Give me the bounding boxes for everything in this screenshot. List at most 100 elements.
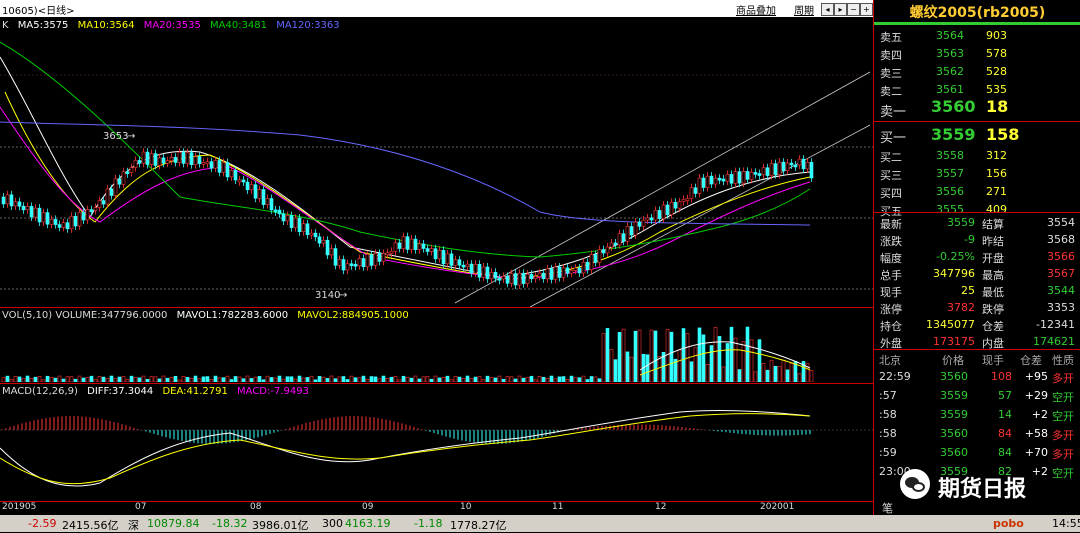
ask-label: 卖一 bbox=[880, 105, 907, 120]
quote-label: 总手 bbox=[880, 269, 902, 282]
tick-header-volume: 现手 bbox=[982, 354, 1004, 367]
ask-volume: 528 bbox=[986, 65, 1007, 78]
tick-price: 3559 bbox=[940, 389, 968, 402]
date-label: 08 bbox=[250, 502, 262, 512]
quote-row: 持仓 1345077 仓差 -12341 bbox=[874, 317, 1080, 333]
index2-turnover: 3986.01亿 bbox=[252, 519, 309, 532]
tick-price: 3560 bbox=[940, 370, 968, 383]
arrow-left-icon[interactable]: ◂ bbox=[821, 3, 834, 16]
ask-price: 3562 bbox=[936, 65, 964, 78]
ask-volume: 18 bbox=[986, 97, 1009, 116]
ask-price: 3564 bbox=[936, 29, 964, 42]
quote-value: 347796 bbox=[933, 267, 975, 280]
tick-volume: 84 bbox=[998, 446, 1012, 459]
tick-volume: 108 bbox=[991, 370, 1012, 383]
bid-row[interactable]: 买三 3557 156 bbox=[874, 166, 1080, 182]
macd-svg bbox=[0, 410, 873, 487]
volume-pane-border bbox=[0, 307, 873, 308]
ask-row[interactable]: 卖三 3562 528 bbox=[874, 64, 1080, 80]
ask-row[interactable]: 卖一 3560 18 bbox=[874, 97, 1080, 120]
ask-label: 卖三 bbox=[880, 67, 902, 80]
tick-price: 3560 bbox=[940, 446, 968, 459]
zoom-in-icon[interactable]: + bbox=[860, 3, 873, 16]
tick-time: :59 bbox=[879, 446, 897, 459]
quote-label: 涨跌 bbox=[880, 235, 902, 248]
ask-row[interactable]: 卖四 3563 578 bbox=[874, 46, 1080, 62]
index2-change: -18.32 bbox=[212, 517, 248, 530]
macd-legend: MACD(12,26,9) DIFF:37.3044 DEA:41.2791 M… bbox=[2, 386, 309, 397]
quote-label: 幅度 bbox=[880, 252, 902, 265]
index3-turnover: 1778.27亿 bbox=[450, 519, 507, 532]
bid-row[interactable]: 买一 3559 158 bbox=[874, 125, 1080, 146]
bid-volume: 271 bbox=[986, 185, 1007, 198]
quote-label: 最高 bbox=[982, 269, 1004, 282]
tick-time: :57 bbox=[879, 389, 897, 402]
tick-oi-change: +29 bbox=[1024, 389, 1048, 402]
tick-row: :57 3559 57 +29 空开 bbox=[874, 388, 1080, 405]
commodity-overlay-link[interactable]: 商品叠加 bbox=[736, 2, 776, 17]
ask-volume: 535 bbox=[986, 83, 1007, 96]
title-underline bbox=[874, 22, 1080, 25]
quote-value: 3544 bbox=[1047, 284, 1075, 297]
ask-row[interactable]: 卖二 3561 535 bbox=[874, 82, 1080, 98]
arrow-right-icon[interactable]: ▸ bbox=[834, 3, 847, 16]
clock: 14:55 bbox=[1052, 517, 1080, 530]
bid-price: 3558 bbox=[936, 149, 964, 162]
quote-value: 3568 bbox=[1047, 233, 1075, 246]
quote-value: 3353 bbox=[1047, 301, 1075, 314]
ask-volume: 578 bbox=[986, 47, 1007, 60]
quote-panel: 螺纹2005(rb2005) 卖五 3564 903 卖四 3563 578 卖三 3562 5… bbox=[873, 0, 1080, 515]
quote-row: 最新 3559 结算 3554 bbox=[874, 215, 1080, 231]
kline-chart-area[interactable]: 10605)<日线> 商品叠加 周期 ◂ ▸ − + K MA5:3575 MA… bbox=[0, 0, 873, 515]
bid-volume: 156 bbox=[986, 167, 1007, 180]
tick-type: 多开 bbox=[1052, 448, 1074, 461]
bid-volume: 158 bbox=[986, 125, 1020, 144]
tick-oi-change: +95 bbox=[1024, 370, 1048, 383]
tick-volume: 14 bbox=[998, 408, 1012, 421]
ask-price: 3561 bbox=[936, 83, 964, 96]
macd-value-label: MACD:-7.9493 bbox=[237, 386, 309, 397]
quote-value: 3782 bbox=[947, 301, 975, 314]
bid-row[interactable]: 买二 3558 312 bbox=[874, 148, 1080, 164]
quote-value: 3554 bbox=[1047, 216, 1075, 229]
ask-row[interactable]: 卖五 3564 903 bbox=[874, 28, 1080, 44]
zoom-out-icon[interactable]: − bbox=[847, 3, 860, 16]
bid-row[interactable]: 买四 3556 271 bbox=[874, 184, 1080, 200]
tick-price: 3559 bbox=[940, 408, 968, 421]
tick-time: :58 bbox=[879, 408, 897, 421]
period-link[interactable]: 周期 bbox=[794, 2, 814, 17]
tick-row: :58 3559 14 +2 空开 bbox=[874, 407, 1080, 424]
index1-turnover: 2415.56亿 bbox=[62, 519, 119, 532]
quote-row: 总手 347796 最高 3567 bbox=[874, 266, 1080, 282]
date-label: 07 bbox=[135, 502, 147, 512]
date-label: 12 bbox=[655, 502, 667, 512]
macd-pane-border bbox=[0, 383, 873, 384]
wechat-icon bbox=[900, 469, 930, 499]
index3-value: 4163.19 bbox=[345, 517, 391, 530]
quote-value: 3559 bbox=[947, 216, 975, 229]
tick-type: 多开 bbox=[1052, 372, 1074, 385]
quote-value: 174621 bbox=[1033, 335, 1075, 348]
brand-label: pobo bbox=[993, 517, 1024, 530]
book-divider bbox=[874, 121, 1080, 122]
tick-header-price: 价格 bbox=[942, 354, 964, 367]
volume-bars-group bbox=[1, 326, 814, 382]
date-label: 10 bbox=[460, 502, 472, 512]
ask-label: 卖二 bbox=[880, 85, 902, 98]
tick-volume: 57 bbox=[998, 389, 1012, 402]
date-label: 202001 bbox=[760, 502, 795, 512]
chart-title-bar: 10605)<日线> 商品叠加 周期 ◂ ▸ − + bbox=[0, 0, 873, 17]
ask-volume: 903 bbox=[986, 29, 1007, 42]
tick-row: :59 3560 84 +70 多开 bbox=[874, 445, 1080, 462]
tick-time: :58 bbox=[879, 427, 897, 440]
tick-oi-change: +70 bbox=[1024, 446, 1048, 459]
tick-type: 多开 bbox=[1052, 429, 1074, 442]
date-label: 09 bbox=[362, 502, 374, 512]
candles-group bbox=[1, 148, 814, 289]
tick-oi-change: +2 bbox=[1031, 408, 1048, 421]
index2-value: 10879.84 bbox=[147, 517, 200, 530]
quote-label: 持仓 bbox=[880, 320, 902, 333]
ask-price: 3560 bbox=[931, 97, 976, 116]
quote-label: 涨停 bbox=[880, 303, 902, 316]
ask-price: 3563 bbox=[936, 47, 964, 60]
